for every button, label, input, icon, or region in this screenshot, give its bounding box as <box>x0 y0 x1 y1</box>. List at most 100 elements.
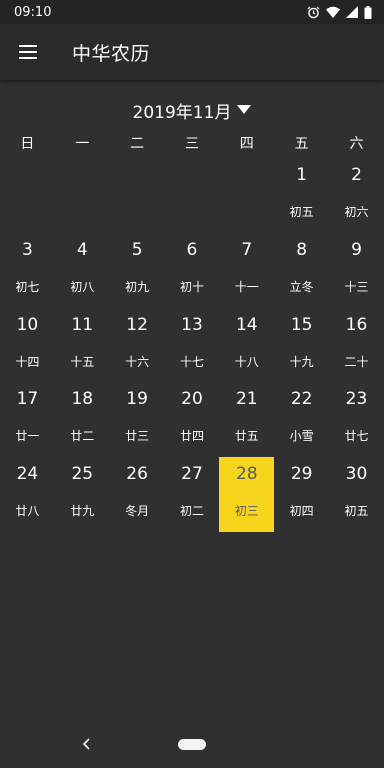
signal-icon <box>346 6 358 18</box>
lunar-date: 二十 <box>344 354 369 369</box>
day-cell[interactable]: 22 小雪 <box>274 382 329 457</box>
lunar-date: 廿三 <box>125 429 150 444</box>
menu-button[interactable] <box>0 24 56 80</box>
day-cell <box>0 158 55 233</box>
alarm-icon <box>307 6 320 18</box>
day-cell[interactable]: 18 廿二 <box>55 382 110 457</box>
lunar-date: 十五 <box>70 354 95 369</box>
lunar-date: 十四 <box>15 354 40 369</box>
day-number: 1 <box>296 165 308 185</box>
status-time: 09:10 <box>14 4 52 20</box>
day-cell[interactable]: 2 初六 <box>329 158 384 233</box>
day-cell[interactable]: 29 初四 <box>274 457 329 532</box>
day-cell[interactable]: 6 初十 <box>165 233 220 308</box>
day-cell[interactable]: 8 立冬 <box>274 233 329 308</box>
day-number: 4 <box>76 239 88 260</box>
day-cell[interactable]: 21 廿五 <box>219 382 274 457</box>
app-title: 中华农历 <box>72 42 151 65</box>
weekday-label: 日 <box>20 136 35 152</box>
weekday-label: 一 <box>75 136 90 152</box>
day-number: 27 <box>181 464 203 485</box>
day-cell[interactable]: 11 十五 <box>55 308 110 383</box>
day-cell[interactable]: 3 初七 <box>0 233 55 308</box>
day-number: 5 <box>131 239 143 260</box>
day-cell[interactable]: 26 冬月 <box>110 457 165 532</box>
lunar-date: 廿四 <box>179 429 204 444</box>
dropdown-arrow-icon <box>237 105 252 114</box>
lunar-date: 十三 <box>344 279 369 294</box>
lunar-date: 十六 <box>125 354 150 369</box>
lunar-date: 初三 <box>234 504 259 519</box>
status-bar: 09:10 <box>0 0 384 24</box>
day-number: 10 <box>16 314 39 335</box>
day-cell[interactable]: 27 初二 <box>165 457 220 532</box>
day-number: 12 <box>126 314 148 335</box>
lunar-date: 十九 <box>289 354 314 369</box>
day-cell[interactable]: 9 十三 <box>329 233 384 308</box>
day-cell <box>219 158 274 233</box>
day-cell <box>165 158 220 233</box>
day-cell[interactable]: 12 十六 <box>110 308 165 383</box>
day-cell[interactable]: 14 十八 <box>219 308 274 383</box>
weekday-label: 五 <box>294 136 309 152</box>
day-cell[interactable]: 15 十九 <box>274 308 329 383</box>
lunar-date: 十一 <box>234 279 259 294</box>
weekday-label: 二 <box>130 136 145 152</box>
day-number: 30 <box>345 464 368 485</box>
battery-icon <box>364 5 372 19</box>
day-number: 14 <box>235 314 258 335</box>
day-cell[interactable]: 30 初五 <box>329 457 384 532</box>
weekday-label: 四 <box>239 136 254 152</box>
month-selector[interactable]: 2019年11月 <box>0 96 384 124</box>
lunar-date: 廿九 <box>70 504 95 519</box>
lunar-date: 初四 <box>289 504 314 519</box>
lunar-date: 初二 <box>179 504 204 519</box>
app-bar: 中华农历 <box>0 24 384 80</box>
day-number: 9 <box>351 239 362 260</box>
lunar-date: 冬月 <box>125 504 150 519</box>
day-number: 7 <box>241 239 253 260</box>
day-cell <box>55 158 110 233</box>
day-cell[interactable]: 24 廿八 <box>0 457 55 532</box>
day-cell[interactable]: 23 廿七 <box>329 382 384 457</box>
lunar-date: 廿一 <box>15 429 40 444</box>
day-number: 21 <box>235 389 258 410</box>
lunar-date: 立冬 <box>289 279 314 294</box>
day-cell-selected[interactable]: 28 初三 <box>219 457 275 532</box>
lunar-date: 廿五 <box>234 429 259 444</box>
day-cell[interactable]: 13 十七 <box>165 308 220 383</box>
day-number: 29 <box>290 464 313 485</box>
day-cell[interactable]: 16 二十 <box>329 308 384 383</box>
calendar-grid: 1 初五 2 初六 3 初七 4 初八 5 初九 6 初十 7 十一 8 立冬 9 十三 10 十四 11 十五 12 十六 1… <box>0 158 384 532</box>
lunar-date: 初六 <box>344 205 369 219</box>
weekday-label: 三 <box>184 136 199 152</box>
lunar-date: 初五 <box>289 205 314 219</box>
day-cell[interactable]: 5 初九 <box>110 233 165 308</box>
lunar-date: 廿八 <box>15 504 40 519</box>
day-cell[interactable]: 1 初五 <box>274 158 329 233</box>
status-icons <box>307 5 372 19</box>
day-number: 26 <box>126 464 148 485</box>
back-button[interactable] <box>74 732 98 756</box>
lunar-date: 廿二 <box>70 429 95 444</box>
weekday-label: 六 <box>349 136 364 152</box>
day-cell[interactable]: 20 廿四 <box>165 382 220 457</box>
lunar-date: 初七 <box>15 279 40 294</box>
day-number: 3 <box>22 239 33 260</box>
day-cell[interactable]: 10 十四 <box>0 308 55 383</box>
day-cell[interactable]: 7 十一 <box>219 233 274 308</box>
lunar-date: 十七 <box>179 354 204 369</box>
lunar-date: 初五 <box>344 504 369 519</box>
day-number: 11 <box>71 314 94 335</box>
day-cell[interactable]: 19 廿三 <box>110 382 165 457</box>
day-cell[interactable]: 4 初八 <box>55 233 110 308</box>
lunar-date: 十八 <box>234 354 259 369</box>
day-number: 17 <box>16 389 39 410</box>
day-number: 22 <box>290 389 313 410</box>
lunar-date: 初八 <box>70 279 95 294</box>
day-cell[interactable]: 17 廿一 <box>0 382 55 457</box>
home-button[interactable] <box>178 739 206 750</box>
day-cell[interactable]: 25 廿九 <box>55 457 110 532</box>
day-number: 6 <box>186 239 198 260</box>
lunar-date: 初九 <box>125 279 150 294</box>
